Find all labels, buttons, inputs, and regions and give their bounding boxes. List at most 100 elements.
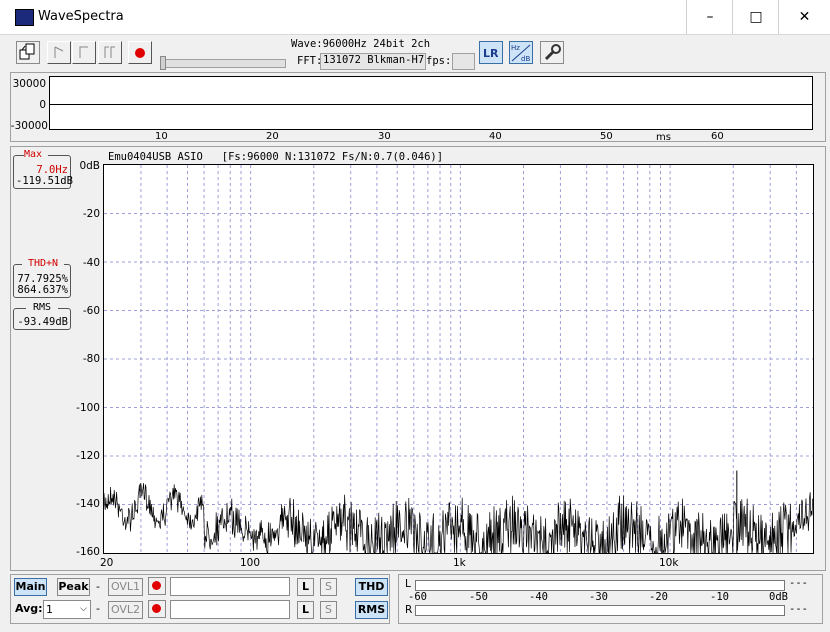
wave-x-label: 60 [711,131,724,142]
spectrum-x-label: 10k [659,557,679,569]
dash-separator: - [96,580,100,593]
svg-text:LR: LR [483,47,499,60]
meter-scale-label: -60 [408,591,427,603]
meter-scale-label: -40 [529,591,548,603]
wave-x-unit: ms [656,132,671,143]
max-level: -119.51dB [16,175,73,187]
peak-button[interactable]: Peak [57,578,90,596]
record-icon [135,48,145,58]
wave-y-label: 30000 [12,78,46,90]
spectrum-y-label: -100 [76,402,100,414]
record-l-button[interactable] [148,577,166,595]
l1-button[interactable]: L [297,578,314,596]
dash-separator: - [96,602,100,615]
spectrum-device-header: Emu0404USB ASIO [Fs:96000 N:131072 Fs/N:… [108,151,444,163]
wave-x-label: 10 [155,131,168,142]
wave-x-label: 50 [600,131,613,142]
stop-button[interactable] [72,41,96,64]
rms-readout: RMS -93.49dB [13,302,71,330]
spectrum-y-label: -140 [76,498,100,510]
settings-button[interactable] [540,41,564,64]
main-button[interactable]: Main [14,578,47,596]
lr-icon: LR [483,47,499,60]
spectrum-trace [103,483,813,555]
svg-text:dB: dB [521,55,530,63]
play-icon [54,46,64,58]
play-button[interactable] [47,41,71,64]
spectrum-y-label: -120 [76,450,100,462]
fps-field [452,53,475,70]
meter-scale-label: -10 [710,591,729,603]
wave-y-label: -30000 [10,120,48,132]
rms-value: -93.49dB [17,316,68,328]
chevron-down-icon: ⌵ [80,604,87,614]
hz-db-icon: HzdB [511,44,530,63]
pause-button[interactable] [98,41,122,64]
open-file-icon [19,43,35,60]
wave-y-label: 0 [39,99,46,111]
wavespectra-app-icon[interactable] [15,9,34,26]
thd-button[interactable]: THD [355,578,388,596]
wrench-icon [544,44,561,61]
seek-slider[interactable] [160,59,286,68]
waveform-view[interactable] [49,76,813,130]
stop-icon [79,46,88,58]
meter-l-label: L [405,578,411,590]
meter-l-bar [415,580,785,591]
meter-r-label: R [405,604,413,616]
seek-slider-thumb[interactable] [160,56,166,70]
fft-setting-field[interactable]: 131072 Blkman-H7 [320,53,426,70]
s1-button[interactable]: S [320,578,337,596]
svg-text:Hz: Hz [511,44,520,52]
spectrum-x-label: 100 [240,557,261,569]
minimize-button[interactable]: – [686,0,733,34]
record-icon [152,604,161,613]
meter-r-readout: --- [789,603,808,615]
wave-x-label: 20 [266,131,279,142]
meter-scale-label: 0dB [769,591,788,603]
thd-readout: THD+N 77.7925% 864.637% [13,258,71,298]
meter-scale-label: -50 [469,591,488,603]
avg-select[interactable]: 1 ⌵ [43,600,91,619]
l2-button[interactable]: L [297,601,314,619]
ovl2-indicator: OVL2 [108,601,143,619]
meter-r-bar [415,605,785,616]
record-r-button[interactable] [148,600,166,618]
thdn-value: 864.637% [17,284,68,296]
file-name-field-1[interactable] [170,577,290,596]
s2-button[interactable]: S [320,601,337,619]
hz-db-scale-button[interactable]: Hz dB [509,41,533,64]
spectrum-y-label: -20 [82,208,100,220]
spectrum-graph [103,165,813,555]
pause-icon [104,46,115,58]
avg-select-value: 1 [46,603,53,616]
fps-label: fps: [426,55,452,67]
fft-label: FFT: [297,55,323,67]
rms-title: RMS [26,302,58,313]
wave-x-label: 40 [489,131,502,142]
spectrum-x-label: 20 [100,557,114,569]
avg-label: Avg: [15,602,43,615]
max-readout: Max 7.0Hz -119.51dB [13,149,73,189]
spectrum-plot[interactable] [103,164,814,555]
spectrum-x-label: 1k [453,557,466,569]
meter-l-readout: --- [789,577,808,589]
record-icon [152,581,161,590]
close-button[interactable]: ✕ [778,0,830,34]
thd-title: THD+N [22,258,64,269]
window-title: WaveSpectra [38,9,124,24]
wave-x-label: 30 [378,131,391,142]
maximize-button[interactable]: □ [732,0,779,34]
meter-scale-label: -20 [649,591,668,603]
open-file-button[interactable] [16,41,40,64]
spectrum-y-label: -80 [82,353,100,365]
waveform-trace [50,104,812,105]
max-title: Max [24,149,48,160]
lr-channel-button[interactable]: LR [479,41,503,64]
spectrum-y-label: -160 [76,546,100,558]
ovl1-indicator: OVL1 [108,578,143,596]
file-name-field-2[interactable] [170,600,290,619]
meter-scale-label: -30 [589,591,608,603]
rms-button[interactable]: RMS [355,601,388,619]
record-button[interactable] [128,41,152,64]
